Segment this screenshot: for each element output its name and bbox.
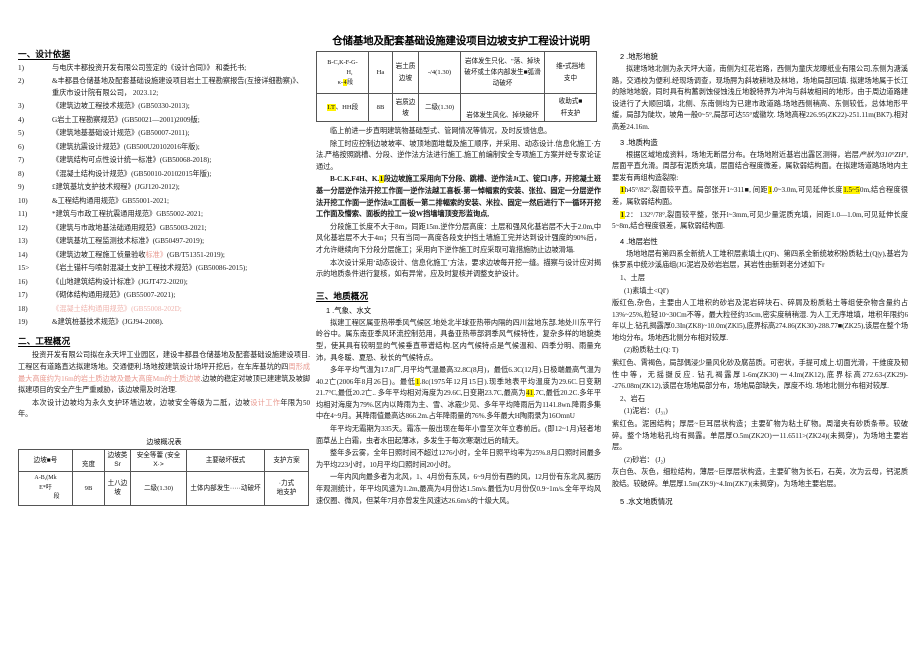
red-text-fragment: 设计工作 [250,398,281,407]
highlight-mark: I.T [326,104,336,111]
cell-failure-mode: 岩体发生只化、"落、掉块破坏或土体内部发生■弧滑动破坏 [460,51,545,94]
list-item: 17) 《砌体结构通用规范》(GB55007-2021); [18,291,176,300]
highlight-mark: 1.5~5 [842,186,860,195]
paragraph-fill-soil: 版红色,杂色，主要由人工堆积的砂岩及泥岩碎块石、碎屑及粉质粘土等组使杂物含量约占… [612,299,908,342]
paragraph-sandstone: 灰白色、灰色，细粒结构，薄层~巨厚层状构造，主要矿物为长石，石英，次为云母，钙泥… [612,468,908,488]
cell-support-scheme: 收助式■ 杆支护 [544,93,597,122]
paragraph-temperature: 多年平均气温为17.8厂,月平均气温最高32.8C(8月)，最低6.3C(12月… [316,366,602,421]
highlight-mark: 41 [525,389,534,398]
paragraph-strata-overview: 场地地层有第四系全新统人工堆积层素填土(QF)、第四系全新统坡积粉质粘土(Q|y… [612,249,908,270]
paragraph-frost: 年平均无霜期为335天。霜冻一般出现在每年小雪至次年立春前后。(即12~1月)轻… [316,425,601,445]
label-sandstone: (2)砂岩： (J₂) [624,455,666,464]
table-row: B-C,K-F-G- H, κ-4段 Ha 岩土质边坡 -/4(1.30) 岩体… [316,51,597,94]
label-silty-clay: (2)粉质粘土(Q: T) [624,346,679,355]
subsection-heading-strata: 4 .地层岩性 [620,236,658,246]
col-header-slope-id: 边坡■号 [18,448,73,472]
paragraph-silty-clay: 紫红色、霄褐色，局部偶浸少量风化砂及腐苗质。可密状，手提可成上.切面光滑，干维度… [612,359,908,391]
col-header-failure-mode: 主要破坏模式 [186,448,265,472]
section-heading-design-basis: 一、设计依据 [18,49,71,59]
col-header-height: 充度 [72,448,105,472]
list-item: 5) 《建筑地基基础设计规范》(GB50007-2011); [18,129,190,138]
list-item: 4) G岩土工程勘察规范》(GB50021—2001)2009版; [18,115,200,124]
right-column: 2 .地形地貌 拟建场地北侧为永天坪大道，南侧为红花岩路，西侧为童庆龙曝纸业有限… [612,48,908,509]
section-heading-geology: 三、地质概况 [316,290,369,301]
paragraph-foundation-feedback: 临上前进一步直明建筑物基础型式、管网情况等情况，及时反馈信息。 [330,127,552,135]
list-item: 13) 《建筑基坑工程监测技术标准》(GB50497-2019); [18,237,205,246]
subsection-heading-geostructure: 3 .地质构造 [620,137,658,147]
col-header-slope-type: 边坡类Sr [104,448,131,472]
middle-column: B-C,K-F-G- H, κ-4段 Ha 岩土质边坡 -/4(1.30) 岩体… [316,48,601,508]
list-item: 2) &丰都县仓储基地及配套基础设施建设项目岩土工程勘察报告(互接详细勘察)》、重… [18,77,304,97]
list-item: 19) &建筑桩基技术规范》(JGJ94-2008). [18,318,164,327]
cell-failure-mode: 岩体发生风化、掉块破坏 [460,93,545,122]
list-item: 9) £建筑基坑支护技术规程》(JGJ120-2012); [18,183,180,192]
section-heading-project-overview: 二、工程概况 [18,336,71,347]
paragraph-mudstone: 紫红色。泥困结构；厚层~巨耳层状构造；主要矿物为粘土矿物。周溜夹有砂质条带。较破… [612,420,908,452]
label-fill-soil: (1)素填土<QI') [624,286,669,295]
cell-slope-id: I.T、HH段 [316,93,369,122]
subsection-heading-topography: 2 .地形地貌 [620,52,658,61]
red-text-fragment: 标准》 [145,250,168,259]
label-mudstone: (1)泥岩： (J₃₁) [624,407,668,416]
list-item-deleted: 18) 《混凝土结构通用规范》(GB55008-202D; [18,304,182,313]
col-header-safety-grade: 安全等藿 (安全 X·> [130,448,187,472]
cell-slope-id: B-C,K-F-G- H, κ-4段 [316,51,369,94]
paragraph-segment-length: 分段施工长度不大于8m，同距15m.逆作分层高度：土层和强风化基岩层不大于2.0… [316,222,601,254]
cell-safety-grade: 二级(1.30) [130,470,187,506]
document-page: 仓储基地及配套基础设施建设项目边坡支护工程设计说明 一、设计依据 1) 与电庆丰都… [0,0,920,651]
list-item: 12) 《建筑与市政地基法础通用规范》GB55003-2021; [18,223,207,232]
paragraph-sunshine: 整年多云雾，全年日照时间不超过1276小时，全年日照平均率为25%.8月口照时间… [316,449,601,469]
cell-slope-type: 土八边坡 [104,470,131,506]
paragraph-climate-general: 拟建工程区属亚热带季风气候区.地处北半球亚热带内隔的四川盆地东部.地处川东平行岭… [316,318,601,362]
cell-slope-type: 岩质边坡 [392,93,419,122]
paragraph-dynamic-design: 本次设计采用‘动态设计、信息化施工’方法，要求边坡每开挖一缝。描察与设计应对揭示… [316,258,601,279]
paragraph-geological-structure: 根据区域地成资料，场地无断层分布。在场地附近基岩出露区测得，岩层产狀为310°Z… [612,150,909,182]
cell-safety-grade: -/4(1.30) [418,51,461,94]
cell-height: Ha [368,51,393,94]
table-row: I.T、HH段 8B 岩质边坡 二级(1.30) 岩体发生风化、掉块破坏 收助式… [316,93,597,122]
cell-safety-grade: 二级(1.30) [418,93,461,122]
paragraph-construction-control: 除工时应控制边坡坡率、坡顶地面堆载及施工顺序，并采用、动态设计.信息化施工·方法… [316,139,601,171]
slope-summary-table-bottom: 边坡■号 充度 边坡类Sr 安全等藿 (安全 X·> 主要破坏模式 支护方案 A… [18,448,309,506]
slope-table-caption: 边坡概况表 [146,438,182,446]
left-column: 一、设计依据 1) 与电庆丰都投资开发有限公司签定的《设计合同》》 和委托书; 2… [18,48,310,506]
list-item: 14) 《建筑边坡工程施工侦量验收标准》(GB/T51351-2019); [18,250,225,259]
paragraph-topography: 拟建场地北侧为永天坪大道，南侧为红花岩路，西侧为童庆龙曝纸业有限公司,东侧为溏溪… [612,65,908,131]
page-title: 仓储基地及配套基础设施建设项目边坡支护工程设计说明 [332,35,590,47]
cell-height: 9B [72,470,105,506]
cell-support-scheme: ·力式 地支护 [264,470,309,506]
cell-failure-mode: 土体内部发生·····动破坏 [186,470,265,506]
list-item: 15> 《岩土锚杆与喷射混凝土支护工程技术规范》(GB50086-2015); [18,264,248,273]
list-item: 1) 与电庆丰都投资开发有限公司签定的《设计合同》》 和委托书; [18,64,247,72]
subsection-heading-hydrogeology: 5 .水文地质情况 [620,496,673,506]
list-item: 8) 《混凝土结构设计规范》(GB50010-20102015年版); [18,169,212,178]
rock-attitude-value: 产狀为310°ZH° [859,150,907,159]
list-item: 11) *建筑与市政工程抗震通用规范》GB55002-2021; [18,210,203,219]
list-item: 7) 《建筑结构可点性设计统一标准》(GB50068-2018); [18,156,212,165]
heading-soil-layers: 1、土层 [620,273,645,282]
list-item: 16) 《山地建筑结构设计标准》(JGJT472-2020); [18,277,188,286]
design-basis-list: 1) 与电庆丰都投资开发有限公司签定的《设计合同》》 和委托书; 2) &丰都县仓储… [18,63,310,328]
cell-support-scheme: 维•式挡地 支中 [544,51,597,94]
slope-summary-table-top: B-C,K-F-G- H, κ-4段 Ha 岩土质边坡 -/4(1.30) 岩体… [316,51,597,122]
list-item: 3) 《建筑边坡工程技术规范》(GB50330-2013); [18,102,190,111]
paragraph-bck-construction: B-C.K.F4H、K.1段边坡施工采用向下分段、跳槽、逆作法Jt工、锭口1序，… [316,175,601,219]
list-item: 10) &工程结构通用规范》GB55001-2021; [18,196,169,205]
table-row: A-B,(Mk E*吁 段 9B 土八边坡 二级(1.30) 土体内部发生···… [18,470,309,506]
paragraph-wind: 一年内风向最多者为北风，1、4月份有东风，6~9月份有酉的风，12月份有东北风.… [316,473,601,505]
heading-rock-layers: 2、岩石 [620,394,645,403]
overview-paragraph-1: 投资开发有限公司拟在永天坪工业园区，建设丰都县仓储基地及配套基础设施建设项目.工… [18,351,310,395]
col-header-support-scheme: 支护方案 [264,448,309,472]
overview-paragraph-2: 本次设计边坡均为永久支护环墙边坡，边坡安全等级为二胝，边坡设计工作年限为50年。 [18,398,310,419]
paragraph-joint-set-1: 1h45°/82°,裂面较平直。局部张开1~311■, 间距1.0~3.0m,可… [612,186,909,206]
cell-slope-type: 岩土质边坡 [392,51,419,94]
table-header-row: 边坡■号 充度 边坡类Sr 安全等藿 (安全 X·> 主要破坏模式 支护方案 [18,448,309,472]
cell-slope-id: A-B,(Mk E*吁 段 [18,470,73,506]
subsection-heading-climate: 1 .气象、水文 [326,305,372,315]
paragraph-joint-set-2: 1.2： 132°/78°,裂面较平整，张开l~3mm,可见少量泥质充填，间距1… [612,210,908,231]
list-item: 6) 《建筑抗震设计规范》(GB500U20102016年版); [18,142,200,151]
cell-height: 8B [368,93,393,122]
